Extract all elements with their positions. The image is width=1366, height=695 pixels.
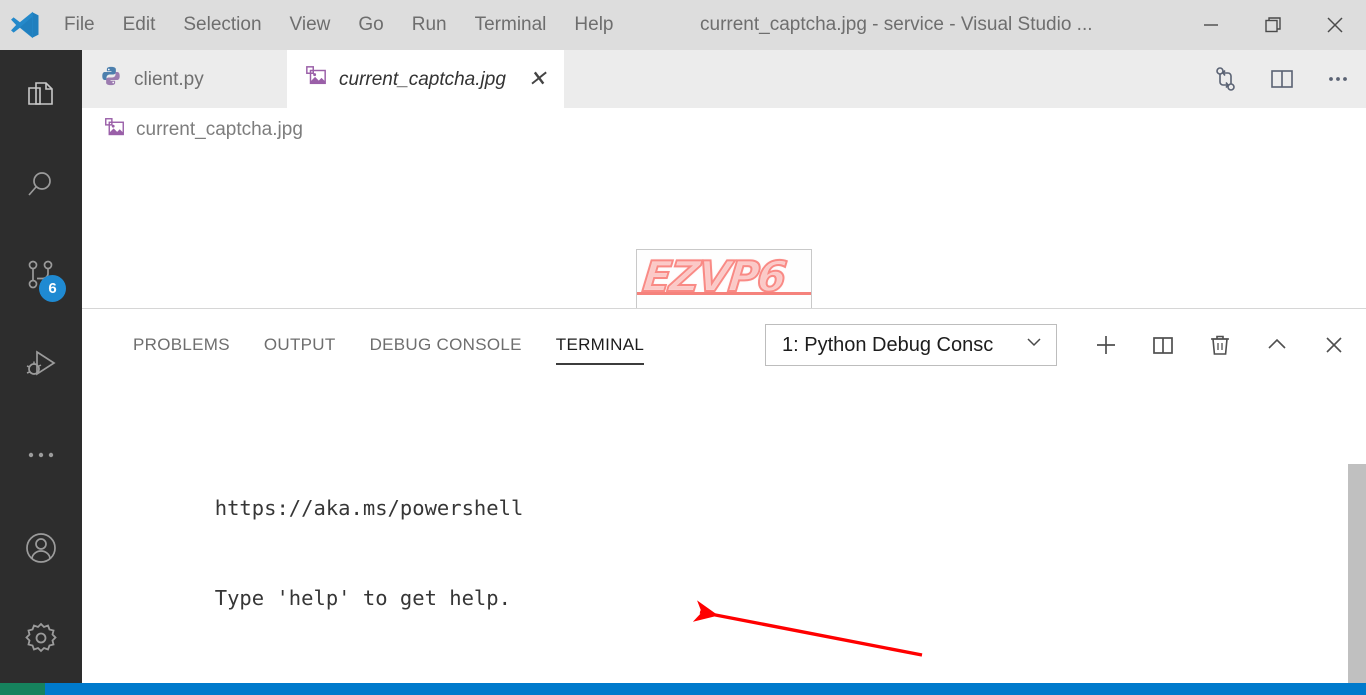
terminal-line: Type 'help' to get help. — [116, 553, 1366, 610]
sidebar-item-search[interactable] — [0, 140, 82, 230]
image-file-icon — [305, 65, 327, 93]
terminal-scrollbar[interactable] — [1348, 464, 1366, 684]
editor-tab-bar: client.py current_captcha.jpg ✕ — [82, 50, 1366, 108]
chevron-up-icon — [1267, 338, 1286, 349]
title-bar: File Edit Selection View Go Run Terminal… — [0, 0, 1366, 50]
open-changes-button[interactable] — [1198, 50, 1254, 108]
menu-selection[interactable]: Selection — [169, 0, 275, 50]
status-bar-main — [45, 683, 1366, 695]
image-file-icon — [104, 117, 125, 144]
panel-tab-list: PROBLEMS OUTPUT DEBUG CONSOLE TERMINAL — [82, 309, 661, 381]
run-and-debug-icon — [26, 350, 56, 376]
image-preview-canvas: EZVP6 — [82, 152, 1366, 315]
minimize-button[interactable] — [1180, 0, 1242, 50]
terminal-line: https://aka.ms/powershell — [116, 463, 1366, 520]
menu-help[interactable]: Help — [560, 0, 627, 50]
kill-terminal-button[interactable] — [1191, 309, 1248, 381]
editor-group: client.py current_captcha.jpg ✕ current_… — [82, 50, 1366, 315]
account-icon — [26, 533, 56, 563]
ellipsis-icon — [28, 452, 54, 458]
menu-run[interactable]: Run — [398, 0, 461, 50]
menu-go[interactable]: Go — [344, 0, 397, 50]
activity-bar: 6 — [0, 50, 82, 683]
remote-indicator[interactable] — [0, 683, 45, 695]
sidebar-item-explorer[interactable] — [0, 50, 82, 140]
search-icon — [28, 172, 51, 196]
menu-view[interactable]: View — [276, 0, 345, 50]
menu-edit[interactable]: Edit — [109, 0, 170, 50]
breadcrumb[interactable]: current_captcha.jpg — [82, 108, 1366, 152]
compare-changes-icon — [1216, 67, 1235, 91]
close-icon — [1325, 337, 1342, 353]
tab-terminal[interactable]: TERMINAL — [539, 309, 661, 381]
menu-terminal[interactable]: Terminal — [461, 0, 561, 50]
window-title: current_captcha.jpg - service - Visual S… — [700, 14, 1093, 35]
status-bar — [0, 683, 1366, 695]
ellipsis-icon — [1329, 77, 1347, 81]
gear-icon — [25, 622, 57, 653]
captcha-noise-line — [637, 292, 811, 295]
tab-current-captcha-jpg[interactable]: current_captcha.jpg ✕ — [287, 50, 565, 108]
terminal-output[interactable]: https://aka.ms/powershell Type 'help' to… — [82, 381, 1366, 684]
captcha-image: EZVP6 — [636, 249, 812, 315]
close-panel-button[interactable] — [1305, 309, 1362, 381]
vscode-logo-icon — [0, 0, 50, 50]
sidebar-item-more[interactable] — [0, 410, 82, 500]
tab-close-button[interactable]: ✕ — [528, 68, 546, 90]
sidebar-item-run-and-debug[interactable] — [0, 320, 82, 410]
tab-label: current_captcha.jpg — [339, 68, 506, 90]
terminal-selector-dropdown[interactable]: 1: Python Debug Consc — [765, 324, 1057, 366]
editor-actions — [1198, 50, 1366, 108]
chevron-down-icon — [1024, 332, 1044, 358]
window-controls — [1180, 0, 1366, 50]
menu-bar: File Edit Selection View Go Run Terminal… — [50, 0, 628, 50]
tab-label: client.py — [134, 68, 204, 90]
panel-header: PROBLEMS OUTPUT DEBUG CONSOLE TERMINAL 1… — [82, 309, 1366, 381]
split-editor-button[interactable] — [1254, 50, 1310, 108]
tab-debug-console[interactable]: DEBUG CONSOLE — [353, 309, 539, 381]
source-control-badge: 6 — [39, 275, 66, 302]
sidebar-item-settings[interactable] — [0, 593, 82, 683]
close-window-button[interactable] — [1304, 0, 1366, 50]
tab-client-py[interactable]: client.py — [82, 50, 287, 108]
terminal-selector-value: 1: Python Debug Consc — [782, 333, 994, 356]
bottom-panel: PROBLEMS OUTPUT DEBUG CONSOLE TERMINAL 1… — [82, 308, 1366, 684]
tab-output[interactable]: OUTPUT — [247, 309, 353, 381]
python-file-icon — [100, 65, 122, 93]
plus-icon — [1096, 336, 1115, 354]
files-icon — [28, 82, 53, 105]
trash-icon — [1210, 335, 1229, 355]
panel-actions — [1077, 309, 1362, 381]
new-terminal-button[interactable] — [1077, 309, 1134, 381]
split-icon — [1152, 337, 1173, 354]
maximize-restore-button[interactable] — [1242, 0, 1304, 50]
tab-problems[interactable]: PROBLEMS — [116, 309, 247, 381]
terminal-text: https://aka.ms/powershell — [214, 496, 524, 520]
editor-more-actions-button[interactable] — [1310, 50, 1366, 108]
vscode-window: File Edit Selection View Go Run Terminal… — [0, 0, 1366, 695]
maximize-panel-button[interactable] — [1248, 309, 1305, 381]
menu-file[interactable]: File — [50, 0, 109, 50]
sidebar-item-accounts[interactable] — [0, 503, 82, 593]
terminal-text: Type 'help' to get help. — [214, 586, 511, 610]
sidebar-item-source-control[interactable]: 6 — [0, 230, 82, 320]
breadcrumb-label: current_captcha.jpg — [136, 119, 303, 140]
split-terminal-button[interactable] — [1134, 309, 1191, 381]
split-editor-icon — [1271, 70, 1293, 88]
